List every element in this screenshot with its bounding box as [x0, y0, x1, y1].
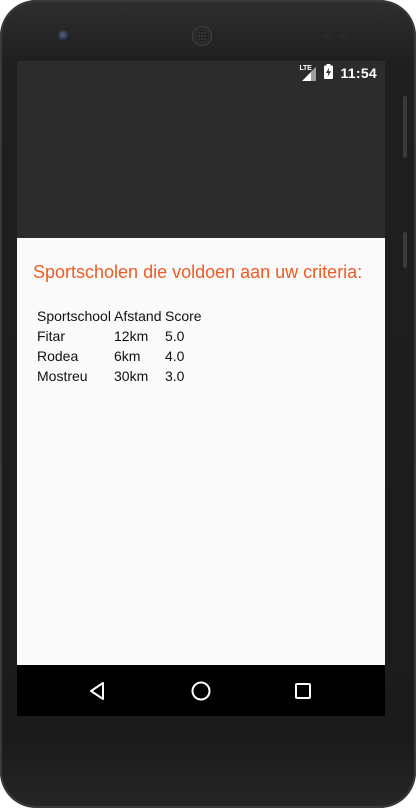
- back-button[interactable]: [84, 677, 112, 705]
- table-header-row: Sportschool Afstand Score: [37, 306, 205, 326]
- column-header-sportschool: Sportschool: [37, 308, 111, 324]
- cell-sportschool: Rodea: [37, 348, 79, 364]
- cell-afstand: 30km: [114, 368, 149, 384]
- phone-frame: LTE 11:54 Sportscholen die voldoen aan u…: [0, 0, 416, 808]
- volume-button: [403, 232, 407, 268]
- results-table: Sportschool Afstand Score Fitar 12km 5.0…: [37, 306, 205, 386]
- app-bar: [17, 85, 385, 238]
- battery-charging-icon: [324, 63, 334, 83]
- lte-signal-icon: LTE: [299, 65, 317, 81]
- table-row: Mostreu 30km 3.0: [37, 366, 205, 386]
- cell-sportschool: Fitar: [37, 328, 65, 344]
- navigation-bar: [17, 665, 385, 716]
- power-button: [403, 96, 407, 158]
- front-camera: [58, 30, 70, 42]
- results-content: Sportscholen die voldoen aan uw criteria…: [17, 238, 385, 665]
- cell-score: 5.0: [165, 328, 185, 344]
- recent-apps-button[interactable]: [289, 677, 317, 705]
- home-icon: [191, 681, 211, 701]
- cell-afstand: 6km: [114, 348, 141, 364]
- column-header-afstand: Afstand: [114, 308, 162, 324]
- earpiece-speaker: [192, 26, 212, 46]
- recent-apps-icon: [295, 683, 311, 699]
- status-time: 11:54: [340, 65, 377, 81]
- cell-score: 4.0: [165, 348, 185, 364]
- cell-sportschool: Mostreu: [37, 368, 88, 384]
- table-row: Fitar 12km 5.0: [37, 326, 205, 346]
- page-title: Sportscholen die voldoen aan uw criteria…: [33, 262, 363, 282]
- light-sensor: [340, 33, 346, 39]
- table-row: Rodea 6km 4.0: [37, 346, 205, 366]
- column-header-score: Score: [165, 308, 202, 324]
- status-icons: LTE 11:54: [299, 63, 377, 83]
- back-icon: [90, 682, 104, 700]
- home-button[interactable]: [187, 677, 215, 705]
- cell-afstand: 12km: [114, 328, 149, 344]
- status-bar: LTE 11:54: [17, 61, 385, 85]
- cell-score: 3.0: [165, 368, 185, 384]
- proximity-sensor: [324, 33, 330, 39]
- screen: LTE 11:54 Sportscholen die voldoen aan u…: [17, 61, 385, 716]
